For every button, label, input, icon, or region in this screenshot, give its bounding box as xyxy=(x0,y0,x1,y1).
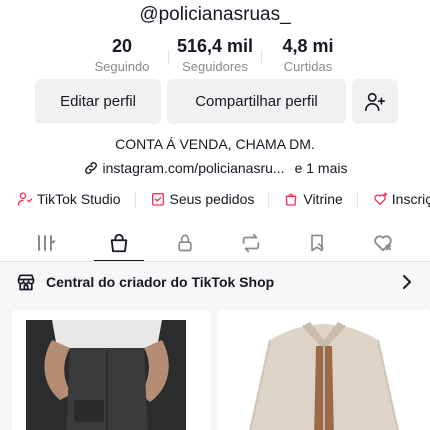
repost-icon xyxy=(242,233,260,253)
shortcut-divider xyxy=(268,193,270,207)
shortcut-tiktok-studio[interactable]: TikTok Studio xyxy=(17,190,121,207)
stat-label: Seguidores xyxy=(182,59,248,74)
product-grid xyxy=(0,302,430,430)
profile-username: @policianasruas_ xyxy=(139,4,291,25)
stat-followers[interactable]: 516,4 mil Seguidores xyxy=(169,36,261,74)
product-card[interactable] xyxy=(12,310,210,430)
profile-stats: 20 Seguindo 516,4 mil Seguidores 4,8 mi … xyxy=(0,36,430,74)
tab-private[interactable] xyxy=(152,224,218,262)
tab-shop[interactable] xyxy=(86,224,152,262)
profile-tabs xyxy=(0,224,430,262)
link-icon xyxy=(84,162,97,174)
shortcut-subscriptions[interactable]: Inscriçã xyxy=(372,190,430,207)
profile-link-row[interactable]: instagram.com/policianasru... e 1 mais xyxy=(0,160,430,176)
shop-bag-icon xyxy=(110,233,128,253)
tab-liked[interactable] xyxy=(350,224,416,262)
stat-likes[interactable]: 4,8 mi Curtidas xyxy=(262,36,354,74)
profile-actions: Editar perfil Compartilhar perfil xyxy=(35,79,398,124)
bag-icon xyxy=(286,193,297,206)
shortcut-label: Vitrine xyxy=(303,190,343,207)
stat-value: 4,8 mi xyxy=(282,36,334,56)
studio-icon xyxy=(17,191,33,206)
orders-icon xyxy=(151,192,164,206)
share-profile-button[interactable]: Compartilhar perfil xyxy=(167,79,346,124)
shortcut-label: TikTok Studio xyxy=(37,190,121,207)
subscription-icon xyxy=(374,191,388,205)
lock-icon xyxy=(178,234,192,252)
stat-value: 516,4 mil xyxy=(176,36,254,56)
tab-favorites[interactable] xyxy=(284,224,350,262)
shortcut-divider xyxy=(356,193,358,207)
tab-videos[interactable] xyxy=(20,224,86,262)
stat-label: Curtidas xyxy=(283,59,333,74)
shortcut-label: Seus pedidos xyxy=(169,190,255,207)
edit-profile-button[interactable]: Editar perfil xyxy=(35,79,161,124)
add-friend-button[interactable] xyxy=(352,79,398,124)
shortcut-showcase[interactable]: Vitrine xyxy=(283,190,343,207)
tab-reposts[interactable] xyxy=(218,224,284,262)
shortcut-divider xyxy=(134,193,136,207)
bookmark-icon xyxy=(311,234,324,252)
profile-bio: CONTA Á VENDA, CHAMA DM. xyxy=(115,136,315,152)
product-card[interactable] xyxy=(218,310,430,430)
shop-banner-label: Central do criador do TikTok Shop xyxy=(46,274,275,290)
store-icon xyxy=(17,274,35,291)
stat-label: Seguindo xyxy=(94,59,150,74)
product-image-pants xyxy=(12,310,210,430)
stat-following[interactable]: 20 Seguindo xyxy=(76,36,168,74)
chevron-right-icon xyxy=(403,275,411,289)
tiktok-shop-creator-center-banner[interactable]: Central do criador do TikTok Shop xyxy=(0,262,430,302)
shortcut-orders[interactable]: Seus pedidos xyxy=(150,190,255,207)
shortcut-label: Inscriçã xyxy=(391,190,430,207)
add-user-icon xyxy=(365,92,385,111)
liked-icon xyxy=(374,235,392,252)
profile-link[interactable]: instagram.com/policianasru... xyxy=(103,160,285,176)
stat-value: 20 xyxy=(111,36,133,56)
grid-icon xyxy=(38,235,57,251)
profile-shortcuts: TikTok Studio Seus pedidos Vitrine Inscr… xyxy=(17,190,430,207)
product-image-jacket xyxy=(218,310,430,430)
profile-link-more[interactable]: e 1 mais xyxy=(295,160,348,176)
